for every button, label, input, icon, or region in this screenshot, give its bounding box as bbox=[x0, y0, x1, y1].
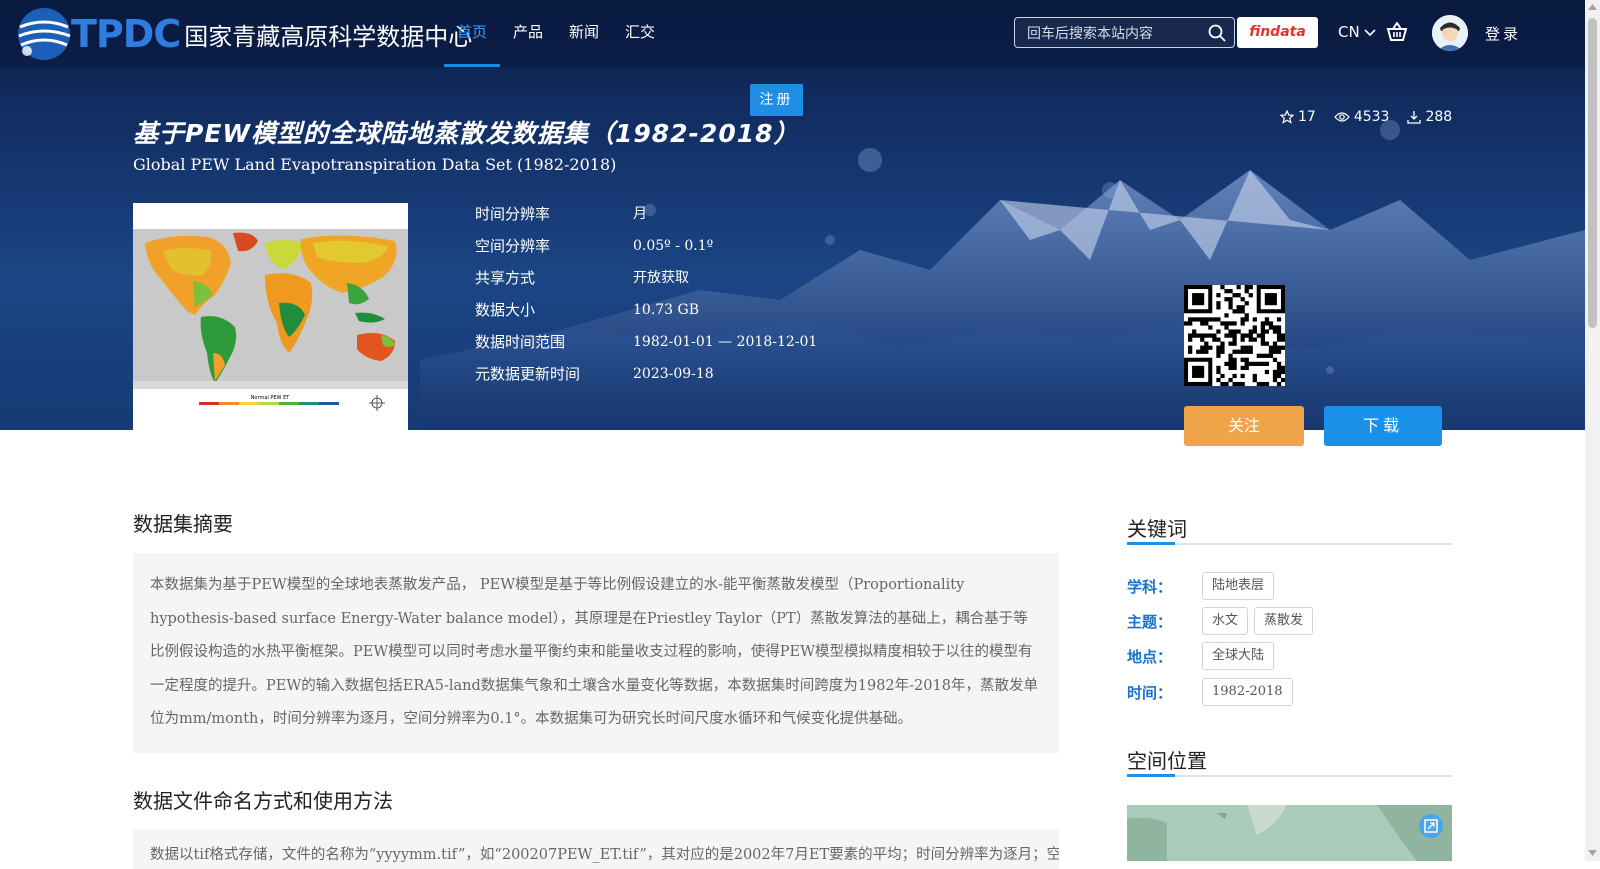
login-link[interactable]: 登录 bbox=[1485, 23, 1521, 44]
meta-value: 0.05º - 0.1º bbox=[633, 238, 714, 254]
meta-row: 数据时间范围 1982-01-01 — 2018-12-01 bbox=[475, 330, 817, 362]
keywords-title-label: 关键词 bbox=[1127, 517, 1187, 541]
meta-key: 时间分辨率 bbox=[475, 205, 551, 223]
nav-submit[interactable]: 汇交 bbox=[612, 0, 668, 67]
download-button[interactable]: 下载 bbox=[1324, 406, 1442, 446]
site-logo[interactable]: TPDC 国家青藏高原科学数据中心 bbox=[15, 4, 472, 64]
meta-row: 时间分辨率 月 bbox=[475, 202, 817, 234]
dataset-stats: 17 4533 288 bbox=[1280, 109, 1452, 125]
nav-home[interactable]: 首页 bbox=[444, 0, 501, 67]
avatar[interactable] bbox=[1432, 15, 1468, 51]
views-stat: 4533 bbox=[1334, 109, 1390, 125]
title-accent bbox=[1127, 774, 1175, 777]
language-label: CN bbox=[1338, 23, 1360, 41]
spatial-title: 空间位置 bbox=[1127, 745, 1452, 777]
keyword-tag[interactable]: 1982-2018 bbox=[1202, 678, 1293, 706]
keyword-row-theme: 主题： 水文 蒸散发 bbox=[1127, 607, 1319, 635]
naming-text: 数据以tif格式存储，文件的名称为“yyyymm.tif”，如“200207PE… bbox=[133, 829, 1059, 869]
eye-icon bbox=[1334, 112, 1350, 122]
download-icon bbox=[1407, 111, 1422, 124]
keyword-row-discipline: 学科： 陆地表层 bbox=[1127, 572, 1280, 600]
meta-value: 2023-09-18 bbox=[633, 366, 714, 382]
logo-letters: TPDC bbox=[71, 12, 181, 56]
downloads-count: 288 bbox=[1425, 109, 1453, 125]
nav-news[interactable]: 新闻 bbox=[556, 0, 612, 67]
meta-row: 数据大小 10.73 GB bbox=[475, 298, 817, 330]
page-scrollbar[interactable] bbox=[1585, 0, 1600, 861]
spatial-map[interactable] bbox=[1127, 805, 1452, 861]
stars-count: 17 bbox=[1298, 109, 1316, 125]
keyword-tag[interactable]: 水文 bbox=[1202, 607, 1249, 635]
meta-key: 数据大小 bbox=[475, 301, 536, 319]
scroll-down-icon[interactable] bbox=[1588, 849, 1597, 857]
star-icon bbox=[1280, 110, 1294, 124]
dataset-title-cn: 基于PEW模型的全球陆地蒸散发数据集（1982-2018） bbox=[133, 119, 800, 148]
register-button[interactable]: 注册 bbox=[750, 84, 803, 116]
views-count: 4533 bbox=[1353, 109, 1390, 125]
search-box bbox=[1014, 17, 1235, 49]
spatial-title-label: 空间位置 bbox=[1127, 749, 1207, 773]
logo-name: 国家青藏高原科学数据中心 bbox=[184, 22, 473, 51]
meta-value: 1982-01-01 — 2018-12-01 bbox=[633, 334, 818, 350]
abstract-title: 数据集摘要 bbox=[133, 512, 233, 536]
meta-key: 空间分辨率 bbox=[475, 237, 551, 255]
meta-value: 月 bbox=[633, 206, 647, 222]
search-input[interactable] bbox=[1025, 18, 1199, 49]
nav-products[interactable]: 产品 bbox=[500, 0, 556, 67]
keyword-label: 时间： bbox=[1127, 683, 1173, 702]
keyword-label: 学科： bbox=[1127, 577, 1173, 596]
meta-key: 数据时间范围 bbox=[475, 333, 566, 351]
cart-icon[interactable] bbox=[1386, 22, 1408, 42]
meta-row: 空间分辨率 0.05º - 0.1º bbox=[475, 234, 817, 266]
meta-key: 共享方式 bbox=[475, 269, 536, 287]
fullscreen-icon[interactable] bbox=[1418, 813, 1444, 839]
user-avatar-icon bbox=[1432, 15, 1468, 51]
meta-value: 开放获取 bbox=[633, 270, 689, 286]
dataset-metadata: 时间分辨率 月 空间分辨率 0.05º - 0.1º 共享方式 开放获取 数据大… bbox=[475, 202, 817, 394]
naming-title: 数据文件命名方式和使用方法 bbox=[133, 789, 393, 813]
keyword-tag[interactable]: 蒸散发 bbox=[1254, 607, 1314, 635]
keyword-tag[interactable]: 全球大陆 bbox=[1202, 642, 1275, 670]
dataset-title-en: Global PEW Land Evapotranspiration Data … bbox=[133, 155, 617, 174]
meta-row: 共享方式 开放获取 bbox=[475, 266, 817, 298]
keyword-row-time: 时间： 1982-2018 bbox=[1127, 678, 1299, 706]
qr-code bbox=[1184, 285, 1286, 387]
scroll-up-icon[interactable] bbox=[1588, 3, 1597, 11]
map-tiles bbox=[1127, 805, 1452, 861]
thumbnail-caption: Normal PEW ET bbox=[251, 395, 291, 401]
keywords-title: 关键词 bbox=[1127, 513, 1452, 545]
language-switch[interactable]: CN bbox=[1338, 23, 1377, 41]
keyword-row-place: 地点： 全球大陆 bbox=[1127, 642, 1280, 670]
findata-label: findata bbox=[1249, 24, 1306, 40]
meta-key: 元数据更新时间 bbox=[475, 365, 581, 383]
findata-button[interactable]: findata bbox=[1237, 17, 1318, 48]
meta-value: 10.73 GB bbox=[633, 302, 700, 318]
follow-button[interactable]: 关注 bbox=[1184, 406, 1304, 446]
title-accent bbox=[1127, 542, 1175, 545]
keyword-label: 地点： bbox=[1127, 647, 1173, 666]
keyword-tag[interactable]: 陆地表层 bbox=[1202, 572, 1275, 600]
scrollbar-thumb[interactable] bbox=[1588, 18, 1597, 328]
top-navigation: TPDC 国家青藏高原科学数据中心 首页 产品 新闻 汇交 findata CN bbox=[0, 0, 1585, 67]
main-nav: 首页 产品 新闻 汇交 bbox=[444, 0, 668, 67]
dataset-thumbnail[interactable]: Normal PEW ET bbox=[133, 203, 408, 430]
meta-row: 元数据更新时间 2023-09-18 bbox=[475, 362, 817, 394]
qr-code-icon bbox=[1184, 285, 1286, 387]
search-icon[interactable] bbox=[1208, 24, 1226, 42]
keyword-label: 主题： bbox=[1127, 612, 1173, 631]
stars-stat[interactable]: 17 bbox=[1280, 109, 1316, 125]
chevron-down-icon bbox=[1364, 29, 1377, 37]
abstract-text: 本数据集为基于PEW模型的全球地表蒸散发产品， PEW模型是基于等比例假设建立的… bbox=[133, 553, 1059, 753]
downloads-stat: 288 bbox=[1407, 109, 1452, 125]
world-et-map-image: Normal PEW ET bbox=[133, 229, 408, 411]
globe-logo-icon bbox=[18, 8, 71, 60]
